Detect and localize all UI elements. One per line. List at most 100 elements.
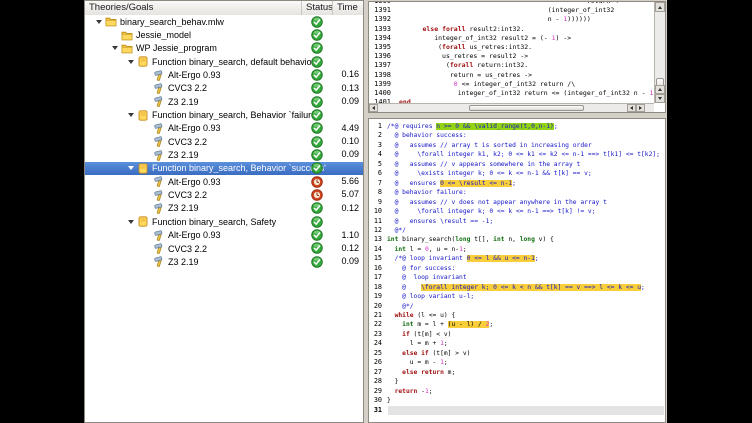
tree-row[interactable]: CVC3 2.20.10: [85, 135, 363, 148]
tree-row-label: CVC3 2.2: [168, 83, 207, 93]
code-segment: l = m +: [387, 340, 440, 347]
tree-row[interactable]: Function binary_search, Behavior `failur…: [85, 108, 363, 121]
tree-row[interactable]: Function binary_search, Safety: [85, 215, 363, 228]
tree-row[interactable]: Z3 2.190.09: [85, 255, 363, 268]
code-segment: else: [422, 25, 438, 33]
task-code-view[interactable]: 1390 return <1391 (integer_of_int321392 …: [369, 2, 654, 103]
code-segment: }: [387, 397, 391, 404]
code-line: 7 @ ensures 0 <= \result <= n-1;: [369, 179, 516, 187]
arrow-up-icon: [658, 6, 662, 9]
column-header-theories-goals[interactable]: Theories/Goals: [85, 1, 302, 15]
code-segment: , u = n-: [429, 246, 459, 253]
prover-time: 0.10: [323, 135, 362, 148]
line-number: 26: [369, 358, 382, 366]
code-segment: [387, 321, 402, 328]
expander-arrow-icon[interactable]: [112, 46, 118, 50]
code-line: 3 @ assumes // array t is sorted in incr…: [369, 141, 592, 149]
arrow-left-icon: [630, 106, 633, 110]
tree-row-content: CVC3 2.2: [143, 82, 207, 95]
tree-row[interactable]: WP Jessie_program: [85, 42, 363, 55]
expander-arrow-icon[interactable]: [96, 20, 102, 24]
tree-row-content: CVC3 2.2: [143, 242, 207, 255]
expander-arrow-icon[interactable]: [128, 220, 134, 224]
expander-arrow-icon[interactable]: [128, 166, 134, 170]
tree-row[interactable]: CVC3 2.20.12: [85, 242, 363, 255]
source-code-view[interactable]: 1/*@ requires n >= 0 && \valid_range(t,0…: [369, 119, 665, 422]
code-segment: ;: [641, 284, 645, 291]
scroll-left-button[interactable]: [369, 104, 378, 112]
code-line: 24 l = m + 1;: [369, 339, 448, 347]
tree-row[interactable]: Function binary_search, default behavior: [85, 55, 363, 68]
highlighted-code-segment: \forall integer k; 0 <= k < n && t[k] ==…: [421, 284, 641, 291]
code-line: 12 @*/: [369, 226, 406, 234]
expander-slot: [127, 166, 137, 170]
code-segment: @*/: [387, 227, 406, 234]
scroll-up-button[interactable]: [655, 2, 665, 12]
tree-row-label: Function binary_search, Behavior `succes…: [152, 163, 326, 173]
scroll-left-button-2[interactable]: [627, 104, 636, 112]
tree-row[interactable]: Alt-Ergo 0.934.49: [85, 122, 363, 135]
code-line: 1394 integer_of_int32 result2 = (- 1) ->: [369, 34, 571, 42]
prover-time: 4.49: [323, 122, 362, 135]
code-line: 1391 (integer_of_int32: [369, 6, 614, 14]
prover-icon: [153, 136, 165, 147]
tree-row[interactable]: Z3 2.190.09: [85, 148, 363, 161]
tree-row[interactable]: Alt-Ergo 0.935.66: [85, 175, 363, 188]
code-segment: ) ->: [556, 34, 572, 42]
code-line: 1399 0 <= integer_of_int32 return /\: [369, 80, 575, 88]
code-segment: /*@ requires: [387, 123, 436, 130]
prover-icon: [153, 203, 165, 214]
expander-slot: [95, 20, 105, 24]
scroll-right-button[interactable]: [636, 104, 645, 112]
tree-row[interactable]: Z3 2.190.12: [85, 202, 363, 215]
code-line: 28 }: [369, 377, 398, 385]
code-segment: @ for success:: [387, 265, 455, 272]
code-line: 6 @ \exists integer k; 0 <= k <= n-1 && …: [369, 169, 592, 177]
code-segment: @: [387, 284, 421, 291]
highlighted-code-segment: n >= 0 && \valid_range(t,0,n-1): [436, 123, 554, 130]
column-header-time[interactable]: Time: [333, 1, 363, 15]
code-segment: @ behavior success:: [387, 132, 467, 139]
prover-time: 0.09: [323, 95, 362, 108]
code-segment: [387, 369, 402, 376]
line-number: 7: [369, 179, 382, 187]
code-segment: ;: [463, 246, 467, 253]
code-segment: n -: [399, 15, 563, 23]
folder-icon: [105, 16, 117, 27]
code-segment: long: [455, 236, 470, 243]
task-vertical-scrollbar[interactable]: [654, 2, 665, 103]
source-view-pane: 1/*@ requires n >= 0 && \valid_range(t,0…: [368, 118, 666, 423]
scroll-down-button[interactable]: [655, 94, 665, 103]
tree-row[interactable]: Alt-Ergo 0.930.16: [85, 68, 363, 81]
scroll-up-button-2[interactable]: [655, 85, 665, 94]
code-line: 14 int l = 0, u = n-1;: [369, 245, 467, 253]
code-segment: long: [520, 236, 535, 243]
tree-row[interactable]: Z3 2.190.09: [85, 95, 363, 108]
prover-time: 0.13: [323, 82, 362, 95]
prover-time: 5.07: [323, 188, 362, 201]
tree-row-selected[interactable]: Function binary_search, Behavior `succes…: [85, 162, 363, 175]
expander-arrow-icon[interactable]: [128, 113, 134, 117]
prover-time: [323, 162, 362, 175]
line-number: 1391: [369, 6, 391, 14]
highlighted-code-segment: (u - l) /: [448, 321, 486, 328]
line-number: 29: [369, 387, 382, 395]
line-number: 1395: [369, 43, 391, 51]
code-segment: int: [493, 236, 504, 243]
code-segment: u = m -: [387, 359, 440, 366]
tree-row[interactable]: CVC3 2.25.07: [85, 188, 363, 201]
hscroll-thumb[interactable]: [469, 105, 584, 111]
code-segment: result2:int32.: [466, 25, 525, 33]
line-number: 1390: [369, 2, 391, 5]
expander-arrow-icon[interactable]: [128, 60, 134, 64]
line-number: 1398: [369, 71, 391, 79]
code-segment: @ ensures \result == -1;: [387, 218, 493, 225]
tree-row[interactable]: binary_search_behav.mlw: [85, 15, 363, 28]
code-segment: @ loop variant u-l;: [387, 293, 474, 300]
why3-ide-window: Theories/Goals Status Time binary_search…: [84, 0, 667, 423]
tree-row[interactable]: Jessie_model: [85, 28, 363, 41]
tree-row[interactable]: CVC3 2.2 0.13: [85, 82, 363, 95]
tree-row[interactable]: Alt-Ergo 0.931.10: [85, 229, 363, 242]
task-horizontal-scrollbar[interactable]: [369, 103, 654, 112]
column-header-status[interactable]: Status: [302, 1, 333, 15]
